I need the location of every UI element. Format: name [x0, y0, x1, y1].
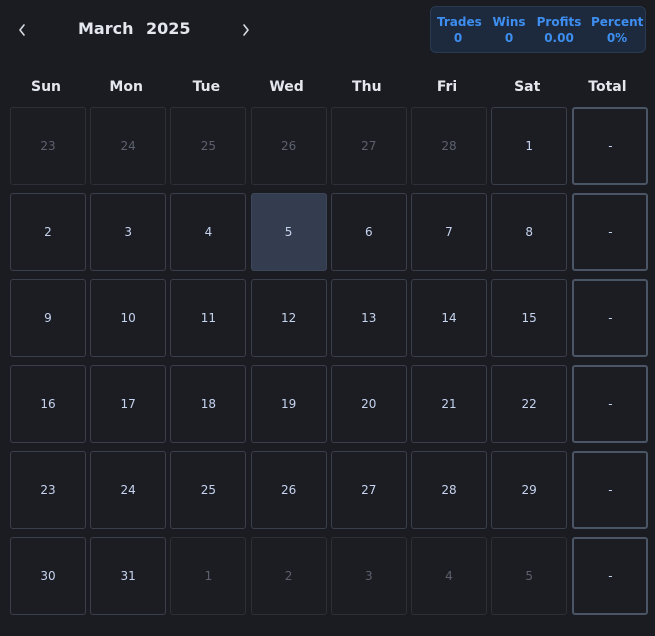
wins-value: 0	[504, 31, 514, 45]
day-cell[interactable]: 18	[170, 365, 247, 443]
weekday-thu: Thu	[352, 79, 382, 95]
day-cell[interactable]: 29	[491, 451, 568, 529]
trades-label: Trades	[437, 15, 482, 29]
week-total-cell[interactable]: -	[572, 193, 649, 271]
week-total-cell[interactable]: -	[572, 365, 649, 443]
day-cell[interactable]: 3	[330, 537, 407, 615]
weekday-sun: Sun	[30, 79, 62, 95]
trades-stat: Trades 0	[437, 15, 482, 45]
weekday-mon: Mon	[109, 79, 143, 95]
stats-panel: Trades 0 Wins 0 Profits 0.00 Percent 0%	[430, 6, 646, 53]
weekday-header-row: Sun Mon Tue Wed Thu Fri Sat Total	[8, 79, 648, 99]
weekday-fri: Fri	[436, 79, 458, 95]
day-cell[interactable]: 12	[250, 279, 327, 357]
day-cell[interactable]: 8	[491, 193, 568, 271]
day-cell[interactable]: 21	[411, 365, 487, 443]
day-cell[interactable]: 28	[411, 451, 487, 529]
calendar-grid: 23 24 25 26 27 28 1-2 3 4 5 6 7 8-9 10 11 12 13 14 15-16 17…	[10, 107, 650, 617]
day-cell[interactable]: 26	[250, 451, 327, 529]
next-month-button[interactable]	[234, 16, 258, 44]
day-cell[interactable]: 9	[10, 279, 86, 357]
day-cell[interactable]: 23	[10, 107, 86, 185]
chevron-right-icon	[243, 24, 249, 36]
trades-value: 0	[453, 31, 463, 45]
week-total-cell[interactable]: -	[572, 537, 649, 615]
day-cell[interactable]: 7	[411, 193, 487, 271]
day-cell[interactable]: 25	[170, 107, 247, 185]
day-cell[interactable]: 26	[250, 107, 327, 185]
weekday-total: Total	[588, 79, 627, 95]
week-total-cell[interactable]: -	[572, 279, 649, 357]
weekday-tue: Tue	[192, 79, 221, 95]
day-cell[interactable]: 5	[491, 537, 568, 615]
profits-stat: Profits 0.00	[535, 15, 583, 45]
day-cell[interactable]: 2	[250, 537, 327, 615]
day-cell[interactable]: 24	[90, 107, 167, 185]
day-cell[interactable]: 13	[330, 279, 407, 357]
day-cell[interactable]: 30	[10, 537, 86, 615]
year-label[interactable]: 2025	[146, 19, 191, 38]
day-cell[interactable]: 25	[170, 451, 247, 529]
percent-value: 0%	[606, 31, 628, 45]
weekday-sat: Sat	[514, 79, 541, 95]
day-cell[interactable]: 20	[330, 365, 407, 443]
day-cell[interactable]: 16	[10, 365, 86, 443]
profits-value: 0.00	[544, 31, 574, 45]
day-cell[interactable]: 28	[411, 107, 487, 185]
day-cell[interactable]: 6	[330, 193, 407, 271]
wins-stat: Wins 0	[489, 15, 529, 45]
calendar-header: March 2025 Trades 0 Wins 0 Profits 0.00 …	[0, 0, 655, 60]
day-cell[interactable]: 17	[90, 365, 167, 443]
day-cell[interactable]: 2	[10, 193, 86, 271]
day-cell[interactable]: 31	[90, 537, 167, 615]
day-cell[interactable]: 27	[330, 107, 407, 185]
profits-label: Profits	[536, 15, 582, 29]
day-cell[interactable]: 22	[491, 365, 568, 443]
month-label[interactable]: March	[78, 19, 133, 38]
day-cell[interactable]: 1	[491, 107, 568, 185]
day-cell[interactable]: 23	[10, 451, 86, 529]
chevron-left-icon	[19, 24, 25, 36]
day-cell[interactable]: 4	[411, 537, 487, 615]
weekday-wed: Wed	[269, 79, 304, 95]
week-total-cell[interactable]: -	[572, 451, 649, 529]
day-cell[interactable]: 19	[250, 365, 327, 443]
previous-month-button[interactable]	[10, 16, 34, 44]
day-cell[interactable]: 1	[170, 537, 247, 615]
wins-label: Wins	[492, 15, 526, 29]
day-cell[interactable]: 24	[90, 451, 167, 529]
week-total-cell[interactable]: -	[572, 107, 649, 185]
day-cell[interactable]: 10	[90, 279, 167, 357]
percent-label: Percent	[591, 15, 644, 29]
day-cell[interactable]: 11	[170, 279, 247, 357]
day-cell[interactable]: 14	[411, 279, 487, 357]
day-cell[interactable]: 3	[90, 193, 167, 271]
day-cell-today[interactable]: 5	[250, 193, 327, 271]
day-cell[interactable]: 27	[330, 451, 407, 529]
percent-stat: Percent 0%	[591, 15, 643, 45]
day-cell[interactable]: 15	[491, 279, 568, 357]
day-cell[interactable]: 4	[170, 193, 247, 271]
